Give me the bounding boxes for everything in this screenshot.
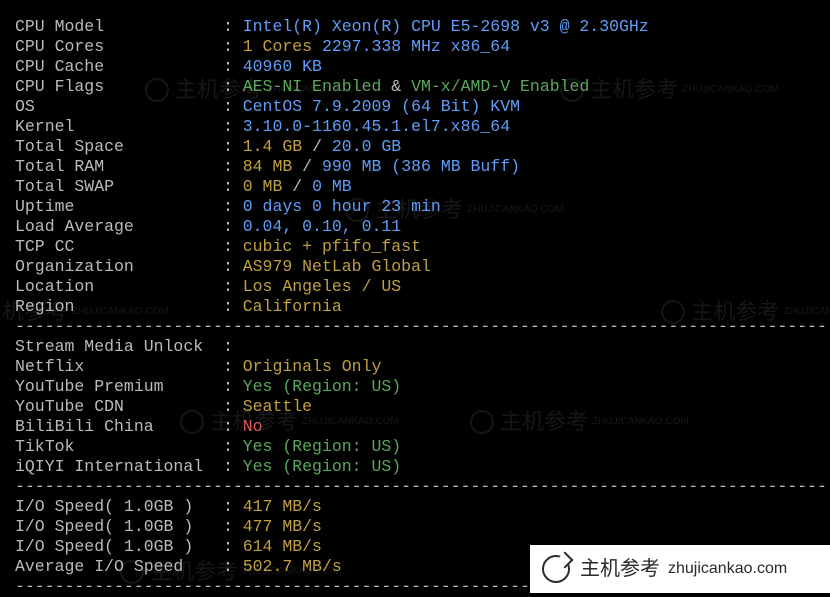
row-load-average: Load Average : 0.04, 0.10, 0.11: [0, 217, 830, 237]
row-uptime: Uptime : 0 days 0 hour 23 min: [0, 197, 830, 217]
row-os: OS : CentOS 7.9.2009 (64 Bit) KVM: [0, 97, 830, 117]
row-location: Location : Los Angeles / US: [0, 277, 830, 297]
row-cpu-flags: CPU Flags : AES-NI Enabled & VM-x/AMD-V …: [0, 77, 830, 97]
row-youtube-cdn: YouTube CDN : Seattle: [0, 397, 830, 417]
row-tiktok: TikTok : Yes (Region: US): [0, 437, 830, 457]
row-iqiyi: iQIYI International : Yes (Region: US): [0, 457, 830, 477]
row-kernel: Kernel : 3.10.0-1160.45.1.el7.x86_64: [0, 117, 830, 137]
row-netflix: Netflix : Originals Only: [0, 357, 830, 377]
row-io-2: I/O Speed( 1.0GB ) : 477 MB/s: [0, 517, 830, 537]
watermark-badge: 主机参考 zhujicankao.com: [530, 545, 830, 593]
row-cpu-cores: CPU Cores : 1 Cores 2297.338 MHz x86_64: [0, 37, 830, 57]
watermark-url: zhujicankao.com: [668, 559, 787, 579]
row-stream-header: Stream Media Unlock :: [0, 337, 830, 357]
row-organization: Organization : AS979 NetLab Global: [0, 257, 830, 277]
row-total-swap: Total SWAP : 0 MB / 0 MB: [0, 177, 830, 197]
row-total-ram: Total RAM : 84 MB / 990 MB (386 MB Buff): [0, 157, 830, 177]
row-region: Region : California: [0, 297, 830, 317]
watermark-name: 主机参考: [580, 559, 660, 579]
refresh-icon: [542, 555, 570, 583]
row-bilibili: BiliBili China : No: [0, 417, 830, 437]
row-io-1: I/O Speed( 1.0GB ) : 417 MB/s: [0, 497, 830, 517]
row-cpu-cache: CPU Cache : 40960 KB: [0, 57, 830, 77]
divider-line: ----------------------------------------…: [0, 477, 830, 497]
row-tcp-cc: TCP CC : cubic + pfifo_fast: [0, 237, 830, 257]
row-total-space: Total Space : 1.4 GB / 20.0 GB: [0, 137, 830, 157]
divider-line: ----------------------------------------…: [0, 317, 830, 337]
terminal-output: CPU Model : Intel(R) Xeon(R) CPU E5-2698…: [0, 17, 830, 597]
row-cpu-model: CPU Model : Intel(R) Xeon(R) CPU E5-2698…: [0, 17, 830, 37]
row-youtube-premium: YouTube Premium : Yes (Region: US): [0, 377, 830, 397]
